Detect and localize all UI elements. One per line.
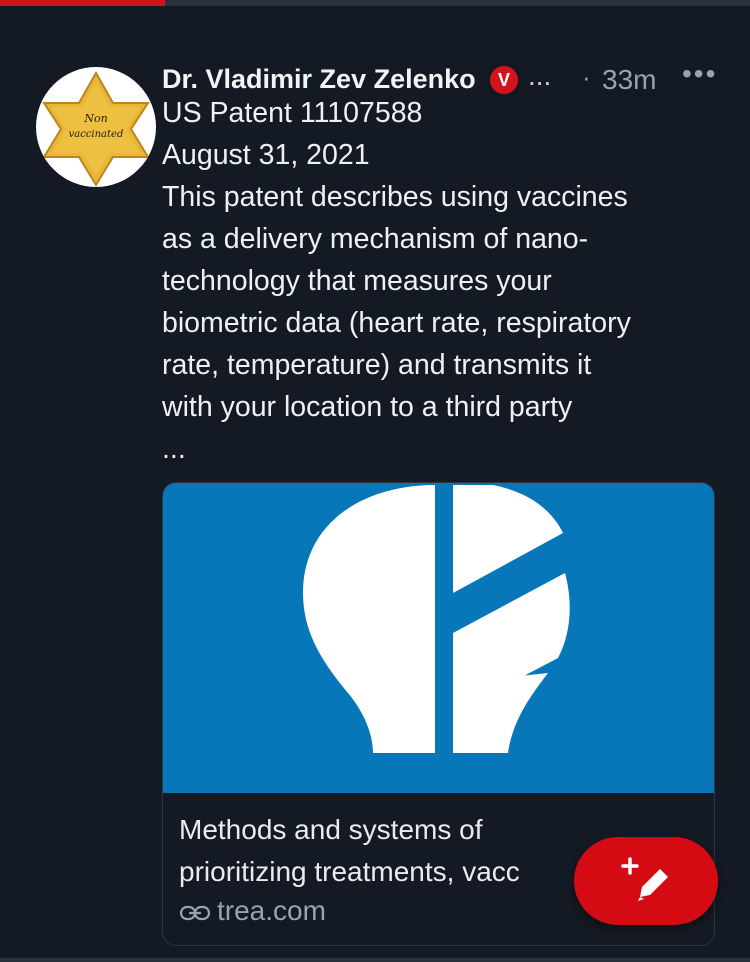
more-options-icon[interactable]: ••• [682,58,717,90]
avatar-badge-text-bottom: vaccinated [69,129,124,140]
link-icon [179,905,211,920]
post-line: as a delivery mechanism of nano- [162,223,589,255]
post-line: This patent describes using vaccines [162,181,628,213]
compose-button[interactable] [574,837,718,925]
link-domain: trea.com [217,895,326,926]
post-line: rate, temperature) and transmits it [162,349,592,381]
author-name[interactable]: Dr. Vladimir Zev Zelenko [162,64,476,95]
verified-badge-icon: V [490,66,518,94]
post-body[interactable]: US Patent 11107588 August 31, 2021 This … [162,92,732,470]
link-preview-image[interactable] [163,483,714,793]
post-line: biometric data (heart rate, respiratory [162,307,631,339]
read-more-ellipsis[interactable]: ... [162,428,732,470]
post-line: August 31, 2021 [162,139,370,171]
post-line: technology that measures your [162,265,552,297]
star-badge-icon: Non vaccinated [42,70,150,187]
post[interactable]: Non vaccinated Dr. Vladimir Zev Zelenko … [0,22,750,962]
post-line: US Patent 11107588 [162,97,423,129]
loading-progress-fill [0,0,165,6]
compose-icon [621,857,668,901]
header-separator: · [582,62,591,92]
name-overflow-ellipsis: ... [528,60,552,91]
bottom-divider [0,958,750,962]
avatar[interactable]: Non vaccinated [36,67,156,187]
avatar-badge-text-top: Non [83,112,107,125]
loading-progress-bar [0,0,750,6]
link-source: trea.com [179,895,326,927]
post-line: with your location to a third party [162,391,573,423]
lightbulb-logo-icon [303,485,570,788]
